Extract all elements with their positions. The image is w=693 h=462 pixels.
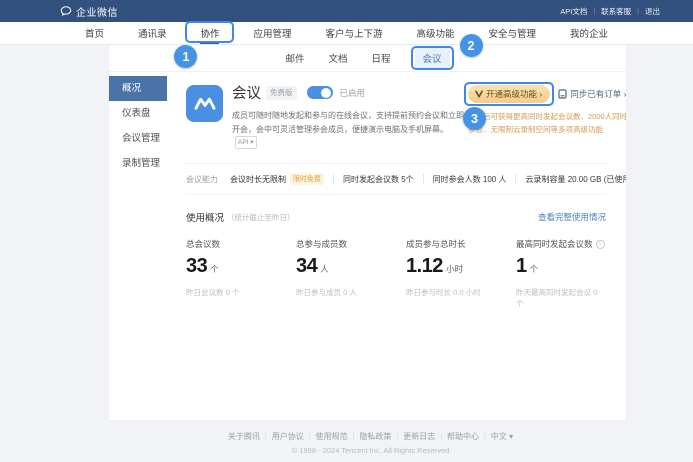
topbar: 企业微信 API文档 | 联系客服 | 退出 <box>0 0 693 22</box>
concurrent-meetings: 同时发起会议数 5个 <box>343 174 414 185</box>
content-panel: 邮件 文档 日程 会议 2 概况 仪表盘 会议管理 录制管理 <box>108 45 627 421</box>
tab-docs[interactable]: 文档 <box>328 51 347 65</box>
api-docs-link[interactable]: API文档 <box>560 6 587 17</box>
app-description: 成员可随时随地发起和参与的在线会议，支持提前预约会议和立即开会，会中可灵活管理参… <box>232 109 468 150</box>
chat-bubble-icon <box>60 5 72 17</box>
footer-link-about[interactable]: 关于腾讯 <box>228 431 260 442</box>
contact-support-link[interactable]: 联系客服 <box>601 6 631 17</box>
footer-link-changelog[interactable]: 更新日志 <box>403 431 435 442</box>
page-title: 会议 <box>232 82 261 103</box>
meeting-app-icon <box>186 85 223 122</box>
upgrade-premium-button[interactable]: 开通高级功能 › 3 <box>468 85 550 103</box>
vip-icon <box>475 90 483 98</box>
document-icon <box>558 89 567 99</box>
cloud-storage: 云录制容量 20.00 GB (已使用2.26 MB) <box>525 174 626 185</box>
footer-link-rules[interactable]: 使用规范 <box>316 431 348 442</box>
sidebar: 概况 仪表盘 会议管理 录制管理 <box>109 72 167 420</box>
toggle-knob <box>321 88 331 98</box>
footer-link-agreement[interactable]: 用户协议 <box>272 431 304 442</box>
limited-free-badge: 限时免费 <box>290 173 324 185</box>
status-label: 已启用 <box>340 87 366 99</box>
api-badge[interactable]: API ▾ <box>235 136 257 149</box>
copyright: © 1998 - 2024 Tencent Inc. All Rights Re… <box>48 446 693 455</box>
active-nav-underline <box>200 42 219 44</box>
sidebar-item-meeting-management[interactable]: 会议管理 <box>109 126 167 151</box>
meeting-duration: 会议时长无限制 <box>230 174 286 185</box>
info-icon[interactable] <box>596 240 605 249</box>
stat-total-meetings: 总会议数 33 个 昨日会议数 0 个 <box>186 238 296 309</box>
annotation-step-2: 2 <box>460 34 483 57</box>
nav-item-app-management[interactable]: 应用管理 <box>253 22 291 44</box>
stat-total-members: 总参与成员数 34 人 昨日参与成员 0 人 <box>296 238 406 309</box>
usage-stats: 总会议数 33 个 昨日会议数 0 个 总参与成员数 34 人 昨日参与成员 0… <box>186 238 606 309</box>
topbar-links: API文档 | 联系客服 | 退出 <box>560 6 660 17</box>
sidebar-item-recording-management[interactable]: 录制管理 <box>109 151 167 176</box>
footer-link-privacy[interactable]: 隐私政策 <box>359 431 391 442</box>
capability-label: 会议能力 <box>186 174 218 185</box>
tab-schedule[interactable]: 日程 <box>372 51 391 65</box>
free-plan-badge: 免费版 <box>266 86 297 100</box>
usage-subtitle: （统计截止至昨日） <box>227 212 295 223</box>
upgrade-note: 开通后可获得更高同时发起会议数、2000人同时参会、无限制云录制空间等多项高级功… <box>468 111 626 137</box>
logout-link[interactable]: 退出 <box>645 6 660 17</box>
tab-meeting[interactable]: 会议 2 <box>415 48 450 68</box>
footer-link-help[interactable]: 帮助中心 <box>447 431 479 442</box>
footer-language-selector[interactable]: 中文 ▾ <box>491 431 513 442</box>
nav-item-contacts[interactable]: 通讯录 <box>138 22 167 44</box>
main-content: 会议 免费版 已启用 成员可随时随地发起和参与的在线会议，支持提前预约会议和立即… <box>167 72 626 420</box>
nav-item-collaboration[interactable]: 协作 1 <box>200 22 219 44</box>
annotation-step-3: 3 <box>463 107 486 130</box>
nav-item-security[interactable]: 安全与管理 <box>489 22 537 44</box>
capability-bar: 会议能力 会议时长无限制 限时免费 同时发起会议数 5个 同时参会人数 100 … <box>186 163 606 195</box>
brand-logo: 企业微信 <box>60 4 118 19</box>
nav-item-my-company[interactable]: 我的企业 <box>570 22 608 44</box>
sidebar-item-overview[interactable]: 概况 <box>109 76 167 101</box>
nav-item-premium-features[interactable]: 高级功能 <box>417 22 455 44</box>
stat-max-concurrent: 最高同时发起会议数 1 个 昨天最高同时发起会议 0 个 <box>516 238 606 309</box>
enable-toggle[interactable] <box>307 86 333 99</box>
usage-title: 使用概况 <box>186 210 224 224</box>
main-nav: 首页 通讯录 协作 1 应用管理 客户与上下游 高级功能 安全与管理 我的企业 <box>0 22 693 45</box>
sync-orders-button[interactable]: 同步已有订单 › <box>558 88 626 100</box>
nav-item-customers[interactable]: 客户与上下游 <box>326 22 383 44</box>
brand-name: 企业微信 <box>76 4 118 19</box>
footer: 关于腾讯 用户协议 使用规范 隐私政策 更新日志 帮助中心 中文 ▾ © 199… <box>48 431 693 455</box>
view-full-usage-link[interactable]: 查看完整使用情况 <box>538 211 606 223</box>
tab-mail[interactable]: 邮件 <box>285 51 304 65</box>
stat-total-duration: 成员参与总时长 1.12 小时 昨日参与时长 0.0 小时 <box>406 238 516 309</box>
sidebar-item-dashboard[interactable]: 仪表盘 <box>109 101 167 126</box>
max-participants: 同时参会人数 100 人 <box>433 174 507 185</box>
nav-item-home[interactable]: 首页 <box>85 22 104 44</box>
